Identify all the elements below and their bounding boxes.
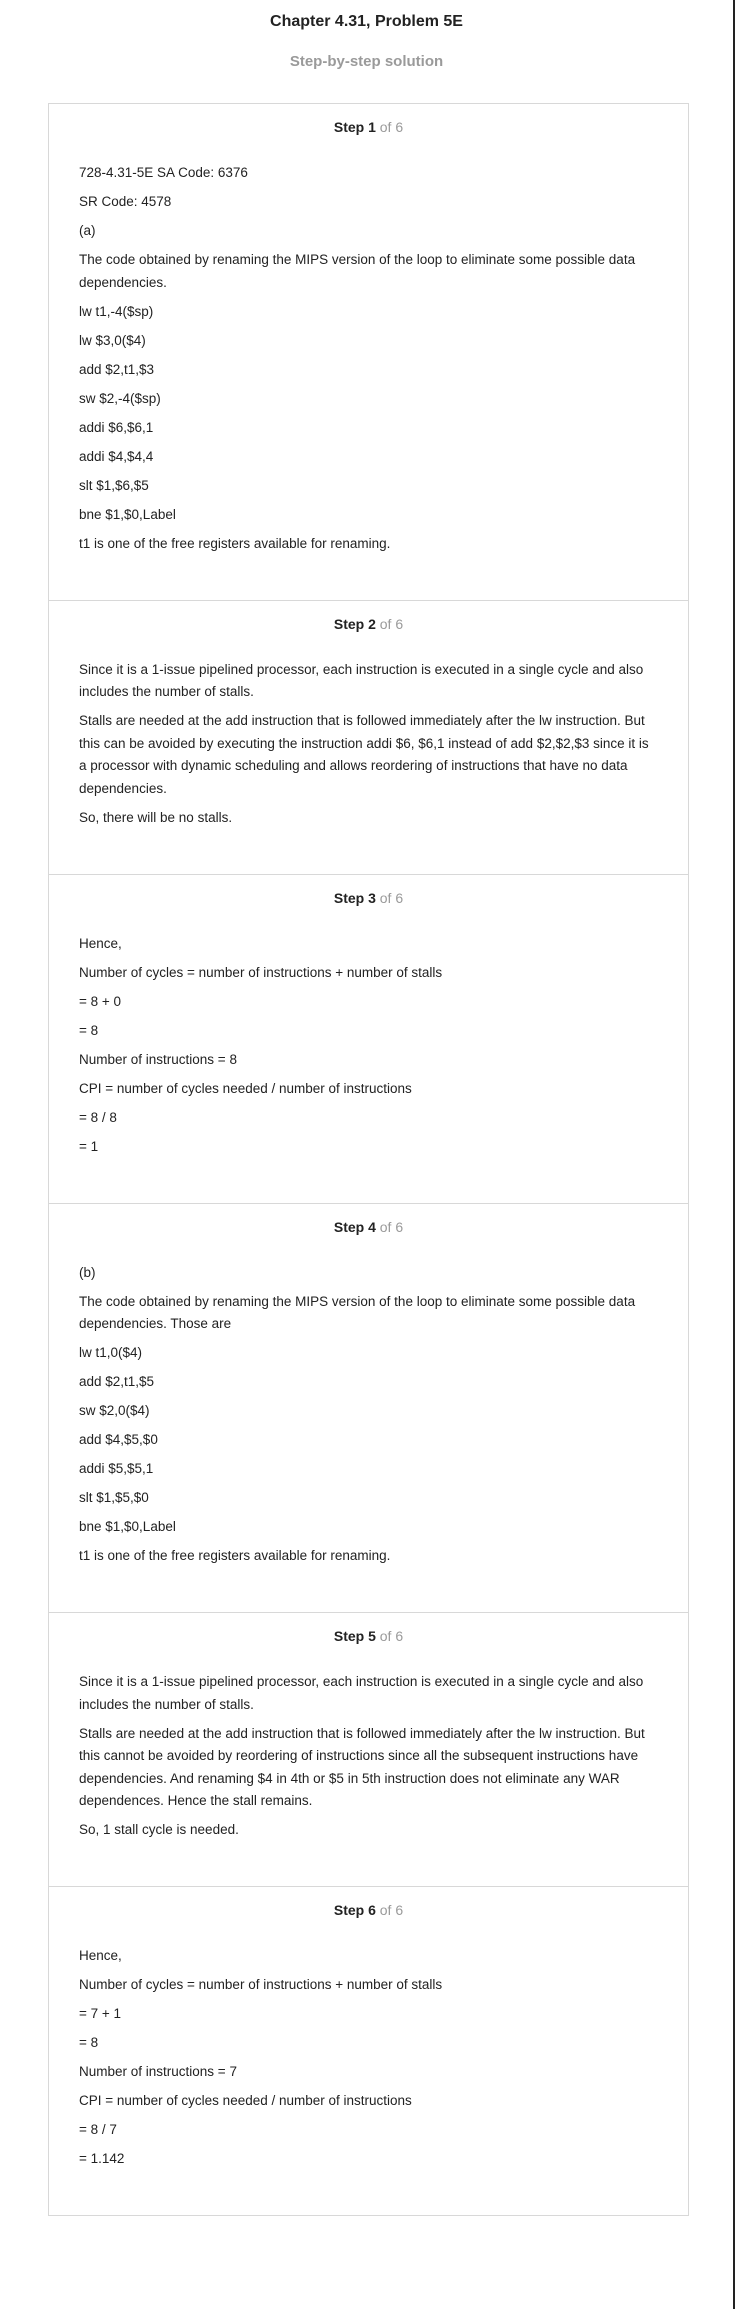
step-text-line: Number of cycles = number of instruction… [79, 964, 443, 980]
step-text-line: bne $1,$0,Label [79, 506, 176, 522]
step-text-line: addi $5,$5,1 [79, 1461, 154, 1476]
step-total: of 6 [379, 1218, 404, 1235]
step-text-line: (b) [79, 1264, 96, 1280]
step-label: Step 5 [333, 1628, 376, 1644]
step-total: of 6 [379, 889, 404, 906]
step-text-line: The code obtained by renaming the MIPS v… [79, 252, 636, 290]
step-text-line: Stalls are needed at the add instruction… [79, 713, 649, 796]
step-label: Step 1 [333, 119, 376, 135]
step-text-line: SR Code: 4578 [79, 194, 172, 209]
step-text-line: Number of cycles = number of instruction… [79, 1977, 443, 1992]
step-text-line: add $2,t1,$3 [79, 361, 155, 377]
step-text-line: Hence, [79, 935, 122, 951]
step-total: of 6 [379, 1902, 404, 1918]
step-text-line: Since it is a 1-issue pipelined processo… [79, 1674, 644, 1712]
step-text-line: = 8 / 7 [79, 2122, 117, 2137]
step-card: Step 4 of 6 (b) The code obtained by renam… [49, 1204, 688, 1613]
step-text-line: Number of instructions = 7 [79, 2064, 237, 2079]
step-total: of 6 [379, 119, 404, 135]
step-text-line: = 8 [79, 2035, 99, 2050]
step-text-line: CPI = number of cycles needed / number o… [79, 2093, 412, 2108]
step-text-line: = 8 + 0 [79, 993, 122, 1009]
step-card: Step 3 of 6 Hence, Number of cycles = numb… [49, 875, 688, 1204]
step-text-line: The code obtained by renaming the MIPS v… [79, 1293, 636, 1332]
step-text-line: = 1 [79, 1138, 99, 1154]
page: Chapter 4.31, Problem 5E Step-by-step so… [0, 0, 735, 2309]
page-title: Chapter 4.31, Problem 5E [270, 13, 463, 30]
step-total: of 6 [379, 615, 404, 632]
page-subtitle: Step-by-step solution [289, 53, 444, 70]
step-text-line: addi $4,$4,4 [79, 448, 154, 464]
step-text-line: t1 is one of the free registers availabl… [79, 535, 391, 551]
step-header: Step 1 of 6 [79, 118, 658, 136]
step-text-line: sw $2,-4($sp) [79, 390, 161, 406]
step-label: Step 3 [333, 889, 376, 906]
step-text-line: lw $3,0($4) [79, 332, 146, 348]
step-text-line: lw t1,0($4) [79, 1345, 143, 1360]
step-total: of 6 [379, 1628, 404, 1644]
step-text-line: addi $6,$6,1 [79, 419, 154, 435]
step-text-line: = 8 [79, 1022, 99, 1038]
step-text-line: bne $1,$0,Label [79, 1519, 176, 1534]
step-text-line: t1 is one of the free registers availabl… [79, 1548, 391, 1563]
step-header: Step 2 of 6 [79, 615, 658, 633]
step-text-line: add $2,t1,$5 [79, 1374, 155, 1389]
step-text-line: So, there will be no stalls. [79, 809, 233, 825]
step-text-line: = 7 + 1 [79, 2006, 122, 2021]
step-text-line: Since it is a 1-issue pipelined processo… [79, 661, 644, 700]
step-text-line: CPI = number of cycles needed / number o… [79, 1080, 412, 1096]
step-text-line: = 8 / 8 [79, 1109, 117, 1125]
step-text-line: add $4,$5,$0 [79, 1432, 158, 1447]
step-text-line: lw t1,-4($sp) [79, 303, 154, 319]
step-text-line: Number of instructions = 8 [79, 1051, 237, 1067]
step-text-line: (a) [79, 223, 96, 238]
step-text-line: = 1.142 [79, 2151, 125, 2166]
step-text-line: sw $2,0($4) [79, 1403, 150, 1418]
step-text-line: Stalls are needed at the add instruction… [79, 1725, 645, 1809]
step-header: Step 3 of 6 [79, 889, 658, 907]
step-label: Step 2 [333, 615, 376, 632]
step-label: Step 6 [333, 1902, 376, 1918]
step-card: Step 2 of 6 Since it is a 1-issue pipelin… [49, 601, 688, 875]
step-label: Step 4 [333, 1218, 376, 1235]
step-text-line: slt $1,$6,$5 [79, 477, 149, 493]
solution-container: Step 1 of 6 728-4.31-5E SA Code: 6376 SR C… [48, 103, 689, 2216]
step-card: Step 6 of 6 Hence, Number of cycles = numb… [49, 1887, 688, 2215]
step-text-line: So, 1 stall cycle is needed. [79, 1822, 239, 1837]
step-card: Step 1 of 6 728-4.31-5E SA Code: 6376 SR C… [49, 104, 688, 601]
step-header: Step 6 of 6 [79, 1901, 658, 1919]
step-header: Step 4 of 6 [79, 1218, 658, 1236]
step-text-line: slt $1,$5,$0 [79, 1490, 149, 1505]
step-card: Step 5 of 6 Since it is a 1-issue pipelin… [49, 1613, 688, 1887]
step-text-line: Hence, [79, 1948, 122, 1963]
step-header: Step 5 of 6 [79, 1627, 658, 1645]
step-text-line: 728-4.31-5E SA Code: 6376 [79, 165, 248, 180]
